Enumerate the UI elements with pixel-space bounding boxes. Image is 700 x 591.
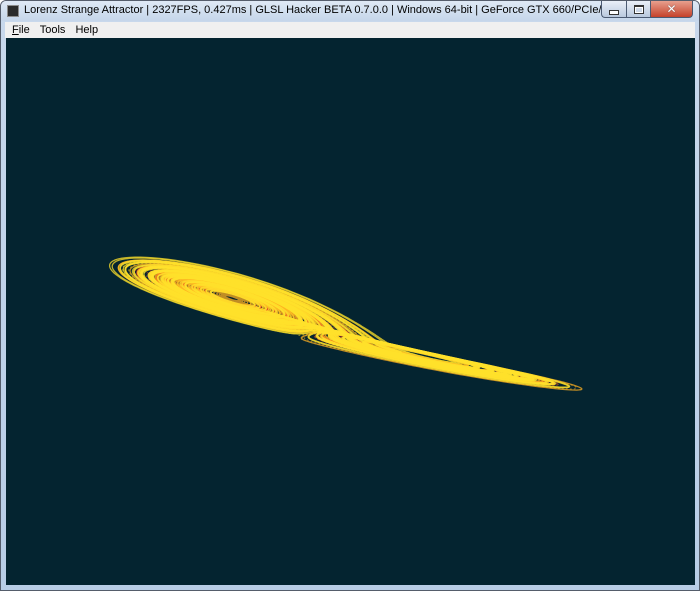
close-button[interactable]: ✕ bbox=[650, 1, 693, 18]
menu-tools[interactable]: Tools bbox=[35, 22, 71, 38]
title-bar[interactable]: Lorenz Strange Attractor | 2327FPS, 0.42… bbox=[1, 1, 699, 21]
app-icon[interactable] bbox=[7, 5, 19, 17]
maximize-button[interactable] bbox=[626, 1, 650, 18]
window-title: Lorenz Strange Attractor | 2327FPS, 0.42… bbox=[24, 4, 630, 16]
window-controls: ✕ bbox=[601, 1, 693, 19]
menu-help-label: Help bbox=[75, 24, 99, 36]
menu-file[interactable]: File bbox=[5, 22, 35, 38]
minimize-icon bbox=[609, 9, 619, 15]
menu-file-accelerator: F bbox=[12, 24, 19, 36]
lorenz-attractor-render bbox=[108, 256, 583, 391]
app-window: Lorenz Strange Attractor | 2327FPS, 0.42… bbox=[0, 0, 700, 591]
maximize-icon bbox=[633, 4, 644, 14]
menu-tools-label: Tools bbox=[39, 24, 66, 36]
close-icon: ✕ bbox=[666, 2, 677, 16]
menu-bar: File Tools Help bbox=[5, 22, 695, 38]
render-viewport[interactable] bbox=[6, 38, 695, 585]
menu-file-label: ile bbox=[18, 24, 30, 36]
menu-help[interactable]: Help bbox=[70, 22, 103, 38]
minimize-button[interactable] bbox=[601, 1, 626, 18]
